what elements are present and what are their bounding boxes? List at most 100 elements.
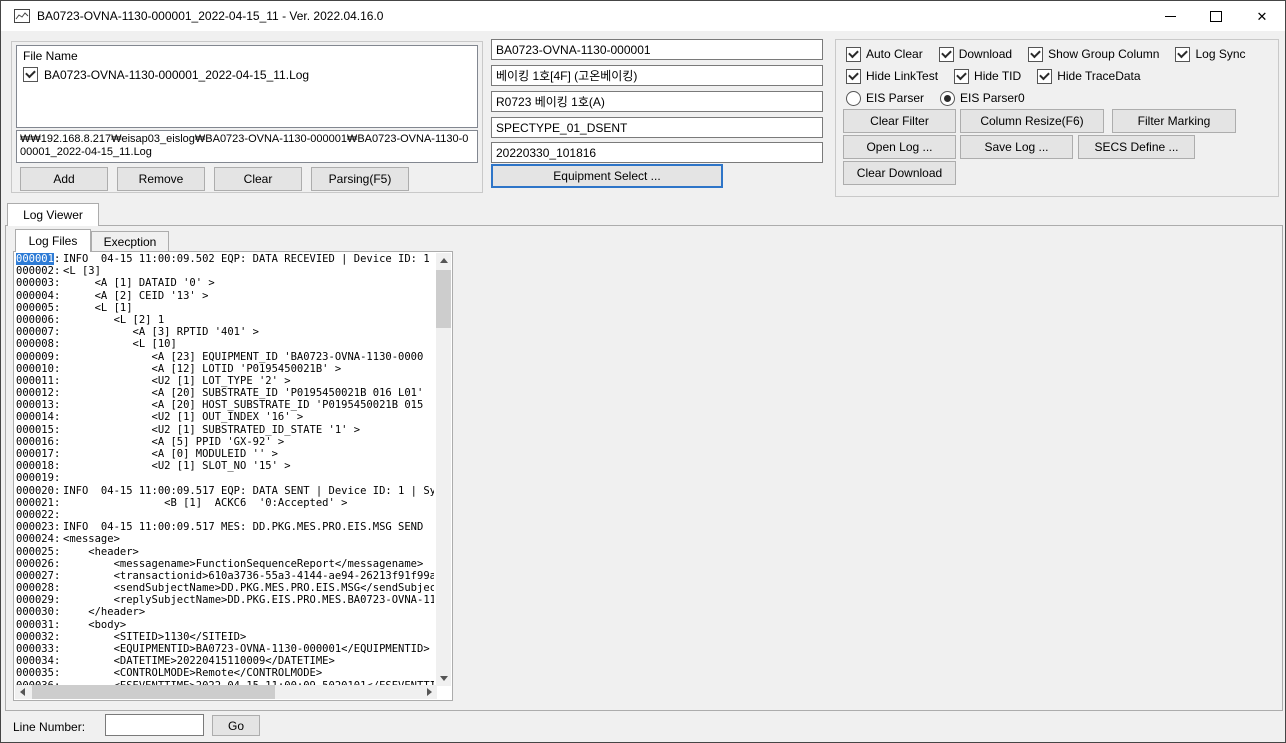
checkbox-log-sync[interactable]: Log Sync [1175, 47, 1245, 62]
remove-button[interactable]: Remove [117, 167, 205, 191]
log-line[interactable]: 000008: <L [10] [16, 338, 434, 350]
log-line[interactable]: 000002:<L [3] [16, 265, 434, 277]
equipment-select-button[interactable]: Equipment Select ... [491, 164, 723, 188]
close-button[interactable]: ✕ [1239, 1, 1285, 31]
add-button[interactable]: Add [20, 167, 108, 191]
line-number: 000023 [16, 521, 54, 533]
tab-exception[interactable]: Execption [91, 231, 169, 252]
log-line[interactable]: 000001:INFO 04-15 11:00:09.502 EQP: DATA… [16, 253, 434, 265]
log-text-panel: 000001:INFO 04-15 11:00:09.502 EQP: DATA… [13, 251, 453, 701]
equipment-name-field[interactable]: 베이킹 1호[4F] (고온베이킹) [491, 65, 823, 86]
secs-define-button[interactable]: SECS Define ... [1078, 135, 1195, 159]
log-line[interactable]: 000023:INFO 04-15 11:00:09.517 MES: DD.P… [16, 521, 434, 533]
log-vertical-scrollbar[interactable] [436, 253, 451, 686]
log-line[interactable]: 000015: <U2 [1] SUBSTRATED_ID_STATE '1' … [16, 424, 434, 436]
log-line[interactable]: 000027: <transactionid>610a3736-55a3-414… [16, 570, 434, 582]
log-line[interactable]: 000014: <U2 [1] OUT_INDEX '16' > [16, 411, 434, 423]
log-line[interactable]: 000021: <B [1] ACKC6 '0:Accepted' > [16, 497, 434, 509]
log-line[interactable]: 000004: <A [2] CEID '13' > [16, 290, 434, 302]
log-line[interactable]: 000017: <A [0] MODULEID '' > [16, 448, 434, 460]
checkbox-icon [954, 69, 969, 84]
file-checkbox-item[interactable]: BA0723-OVNA-1130-000001_2022-04-15_11.Lo… [23, 67, 471, 82]
line-number-input[interactable] [105, 714, 204, 736]
log-line[interactable]: 000024:<message> [16, 533, 434, 545]
log-line[interactable]: 000020:INFO 04-15 11:00:09.517 EQP: DATA… [16, 485, 434, 497]
log-line[interactable]: 000009: <A [23] EQUIPMENT_ID 'BA0723-OVN… [16, 351, 434, 363]
filter-marking-button[interactable]: Filter Marking [1112, 109, 1236, 133]
spec-type-field[interactable]: SPECTYPE_01_DSENT [491, 117, 823, 138]
log-line-number: 000025: [16, 546, 63, 558]
checkbox-auto-clear[interactable]: Auto Clear [846, 47, 923, 62]
tab-log-viewer[interactable]: Log Viewer [7, 203, 99, 226]
checkbox-hide-tracedata[interactable]: Hide TraceData [1037, 69, 1140, 84]
line-number-label: Line Number: [13, 720, 85, 734]
file-path-box[interactable]: ₩₩192.168.8.217₩eisap03_eislog₩BA0723-OV… [16, 130, 478, 163]
equipment-id-field[interactable]: BA0723-OVNA-1130-000001 [491, 39, 823, 60]
line-name-field[interactable]: R0723 베이킹 1호(A) [491, 91, 823, 112]
maximize-button[interactable] [1193, 1, 1239, 31]
open-log-button[interactable]: Open Log ... [843, 135, 956, 159]
log-line-text: <SITEID>1130</SITEID> [63, 631, 246, 643]
line-number: 000020 [16, 485, 54, 497]
log-line[interactable]: 000012: <A [20] SUBSTRATE_ID 'P019545002… [16, 387, 434, 399]
line-number: 000002 [16, 265, 54, 277]
log-line[interactable]: 000028: <sendSubjectName>DD.PKG.MES.PRO.… [16, 582, 434, 594]
log-line[interactable]: 000022: [16, 509, 434, 521]
log-line[interactable]: 000034: <DATETIME>20220415110009</DATETI… [16, 655, 434, 667]
line-number: 000034 [16, 655, 54, 667]
clear-filter-button[interactable]: Clear Filter [843, 109, 956, 133]
log-line[interactable]: 000019: [16, 472, 434, 484]
radio-eis-parser0[interactable]: EIS Parser0 [940, 91, 1025, 106]
go-button[interactable]: Go [212, 715, 260, 736]
log-line[interactable]: 000031: <body> [16, 619, 434, 631]
scroll-right-button[interactable] [422, 685, 437, 699]
log-line-number: 000027: [16, 570, 63, 582]
log-line[interactable]: 000026: <messagename>FunctionSequenceRep… [16, 558, 434, 570]
radio-eis-parser[interactable]: EIS Parser [846, 91, 924, 106]
log-line-text: </header> [63, 606, 145, 618]
log-line[interactable]: 000033: <EQUIPMENTID>BA0723-OVNA-1130-00… [16, 643, 434, 655]
log-horizontal-scrollbar[interactable] [15, 685, 437, 699]
log-line[interactable]: 000016: <A [5] PPID 'GX-92' > [16, 436, 434, 448]
minimize-button[interactable] [1147, 1, 1193, 31]
log-line[interactable]: 000003: <A [1] DATAID '0' > [16, 277, 434, 289]
log-line[interactable]: 000032: <SITEID>1130</SITEID> [16, 631, 434, 643]
scroll-left-button[interactable] [15, 685, 30, 699]
log-line-text: <L [2] 1 [63, 314, 164, 326]
log-line[interactable]: 000007: <A [3] RPTID '401' > [16, 326, 434, 338]
log-line-text: <A [3] RPTID '401' > [63, 326, 259, 338]
clear-button[interactable]: Clear [214, 167, 302, 191]
log-line[interactable]: 000006: <L [2] 1 [16, 314, 434, 326]
checkbox-download[interactable]: Download [939, 47, 1012, 62]
scrollbar-thumb[interactable] [436, 270, 451, 328]
checkbox-hide-tid[interactable]: Hide TID [954, 69, 1021, 84]
scrollbar-thumb[interactable] [32, 685, 275, 699]
log-line[interactable]: 000025: <header> [16, 546, 434, 558]
checkbox-icon [1028, 47, 1043, 62]
tab-log-files[interactable]: Log Files [15, 229, 91, 252]
checkbox-show-group-column[interactable]: Show Group Column [1028, 47, 1159, 62]
app-icon [14, 9, 30, 23]
column-resize-button[interactable]: Column Resize(F6) [960, 109, 1104, 133]
log-line-text: <A [5] PPID 'GX-92' > [63, 436, 284, 448]
log-line[interactable]: 000018: <U2 [1] SLOT_NO '15' > [16, 460, 434, 472]
save-log-button[interactable]: Save Log ... [960, 135, 1073, 159]
log-line[interactable]: 000010: <A [12] LOTID 'P0195450021B' > [16, 363, 434, 375]
log-line-number: 000003: [16, 277, 63, 289]
log-line[interactable]: 000013: <A [20] HOST_SUBSTRATE_ID 'P0195… [16, 399, 434, 411]
line-number: 000028 [16, 582, 54, 594]
log-line[interactable]: 000030: </header> [16, 606, 434, 618]
checkbox-hide-linktest[interactable]: Hide LinkTest [846, 69, 938, 84]
spec-date-field[interactable]: 20220330_101816 [491, 142, 823, 163]
scroll-down-button[interactable] [436, 671, 451, 686]
parsing-button[interactable]: Parsing(F5) [311, 167, 409, 191]
clear-download-button[interactable]: Clear Download [843, 161, 956, 185]
log-line[interactable]: 000029: <replySubjectName>DD.PKG.EIS.PRO… [16, 594, 434, 606]
log-line[interactable]: 000011: <U2 [1] LOT_TYPE '2' > [16, 375, 434, 387]
log-line-number: 000007: [16, 326, 63, 338]
log-line[interactable]: 000005: <L [1] [16, 302, 434, 314]
scroll-up-button[interactable] [436, 253, 451, 268]
log-line-text: <L [3] [63, 265, 101, 277]
file-list[interactable]: File Name BA0723-OVNA-1130-000001_2022-0… [16, 45, 478, 128]
log-line[interactable]: 000035: <CONTROLMODE>Remote</CONTROLMODE… [16, 667, 434, 679]
